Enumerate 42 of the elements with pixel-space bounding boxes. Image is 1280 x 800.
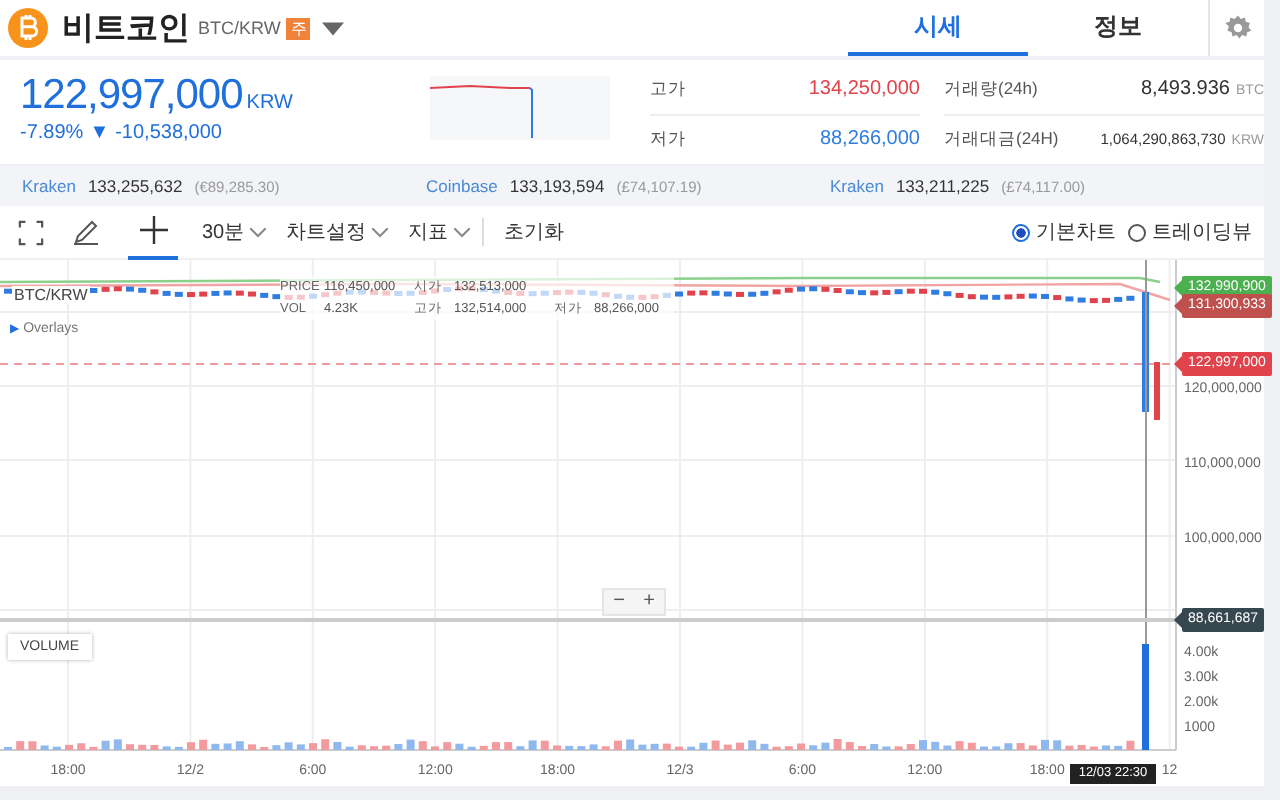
stat-label: 고가 [650,78,686,102]
exchange-price: 133,255,632 [87,176,183,196]
exchange-price: 133,211,225 [895,176,990,196]
stat-label: 저가 [650,128,686,152]
stat-value: 134,250,000 [808,78,920,100]
chevron-down-icon [372,227,389,237]
zoom-out-button[interactable]: − [604,590,634,614]
stat-value: 8,493.936 [1141,78,1230,100]
chart-settings-dropdown[interactable]: 차트설정 [278,218,397,246]
tab[interactable]: 정보 [1028,0,1208,56]
chart-view-radio[interactable]: 트레이딩뷰 [1128,218,1252,246]
current-price: 122,997,000 [20,72,243,120]
indicator-dropdown[interactable]: 지표 [400,218,479,246]
radio-label: 트레이딩뷰 [1152,220,1252,246]
trading-pair: BTC/KRW [198,18,281,38]
stat-label: 거래량(24h) [944,78,1038,102]
chevron-down-icon [454,227,471,237]
exchange-price: 133,193,594 [509,176,605,196]
coin-name: 비트코인 [62,9,190,49]
radio-label: 기본차트 [1036,220,1116,246]
interval-dropdown[interactable]: 30분 [194,218,275,246]
zoom-in-button[interactable]: + [634,590,664,614]
change-amount: -10,538,000 [115,122,222,144]
stat-value: 88,266,000 [819,128,920,150]
price-unit: KRW [246,92,293,114]
chart-view-radio[interactable]: 기본차트 [1012,218,1116,246]
reset-button[interactable]: 초기화 [482,218,573,246]
warning-badge: 주 [286,17,311,39]
tab[interactable]: 시세 [848,0,1028,56]
radio-circle[interactable] [1128,223,1146,241]
plus-icon [139,216,167,244]
caret-icon[interactable] [322,21,345,35]
bitcoin-logo-icon [8,8,48,48]
radio-circle[interactable] [1012,223,1030,241]
change-arrow: ▼ [89,122,110,144]
pencil-icon[interactable] [72,218,100,246]
change-percent: -7.89% [20,122,84,144]
settings-icon[interactable] [1223,14,1251,42]
fullscreen-icon[interactable] [18,219,44,245]
stat-label: 거래대금(24H) [944,128,1059,152]
chart-symbol: BTC/KRW [12,286,90,304]
chevron-down-icon [250,227,267,237]
